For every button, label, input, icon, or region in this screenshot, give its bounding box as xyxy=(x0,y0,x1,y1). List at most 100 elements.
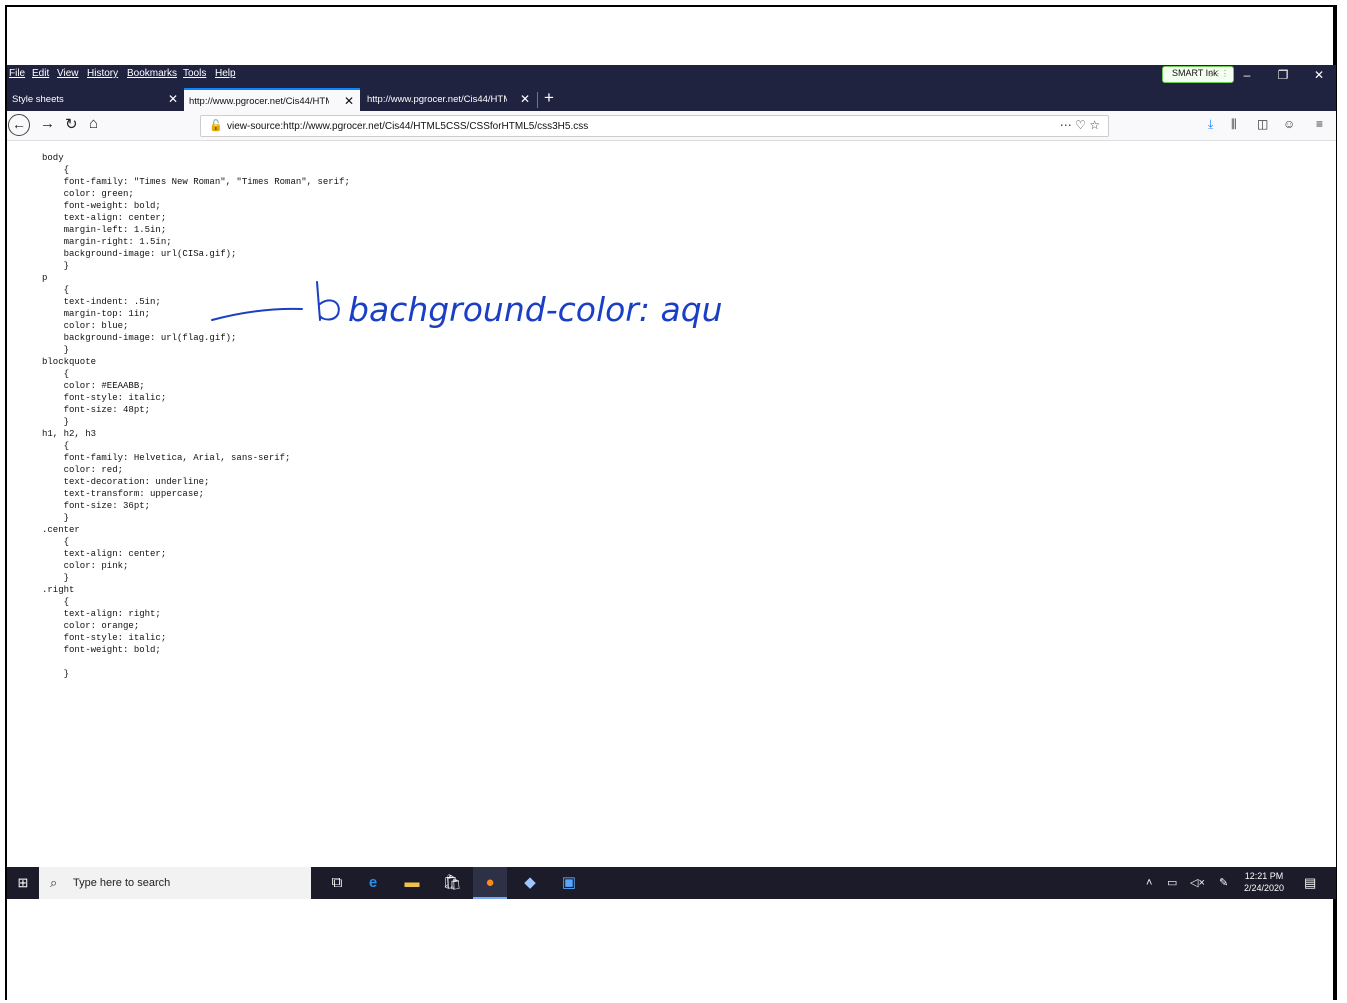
source-line: font-style: italic; xyxy=(42,393,167,403)
source-line: text-align: center; xyxy=(42,549,167,559)
tab-third[interactable]: http://www.pgrocer.net/Cis44/HTM ✕ xyxy=(362,88,536,111)
source-line: } xyxy=(42,345,70,355)
menu-history[interactable]: History xyxy=(87,68,118,79)
tab-label: http://www.pgrocer.net/Cis44/HTM xyxy=(189,96,329,107)
menu-tools[interactable]: Tools xyxy=(183,68,206,79)
minimize-button[interactable]: – xyxy=(1232,65,1262,85)
menu-help[interactable]: Help xyxy=(215,68,236,79)
tab-separator xyxy=(537,92,538,108)
source-line: text-align: center; xyxy=(42,213,167,223)
smart-notebook-icon[interactable]: ▣ xyxy=(552,867,586,899)
store-icon[interactable]: 🛍 xyxy=(435,867,469,899)
menu-view[interactable]: View xyxy=(57,68,79,79)
url-text[interactable]: view-source:http://www.pgrocer.net/Cis44… xyxy=(227,121,588,132)
clock-time: 12:21 PM xyxy=(1244,871,1284,881)
system-clock[interactable]: 12:21 PM 2/24/2020 xyxy=(1244,870,1284,894)
sidebar-icon[interactable]: ◫ xyxy=(1257,117,1268,131)
tab-active[interactable]: http://www.pgrocer.net/Cis44/HTM ✕ xyxy=(184,88,360,111)
volume-muted-icon[interactable]: ◁× xyxy=(1190,867,1205,899)
tray-chevron-icon[interactable]: ˄ xyxy=(1146,867,1152,899)
source-line: color: green; xyxy=(42,189,134,199)
firefox-window: File Edit View History Bookmarks Tools H… xyxy=(7,65,1336,899)
source-line: .center xyxy=(42,525,80,535)
source-line: { xyxy=(42,597,70,607)
source-line: { xyxy=(42,537,70,547)
menu-bar: File Edit View History Bookmarks Tools H… xyxy=(7,65,1336,85)
library-icon[interactable]: ⫼ xyxy=(1231,117,1237,132)
ink-arrow-line xyxy=(211,307,303,321)
restore-button[interactable]: ❐ xyxy=(1268,65,1298,85)
source-line: { xyxy=(42,165,70,175)
menu-bookmarks[interactable]: Bookmarks xyxy=(127,68,177,79)
source-line: background-image: url(CISa.gif); xyxy=(42,249,237,259)
pocket-icon[interactable]: ♡ xyxy=(1075,118,1086,132)
source-line: font-weight: bold; xyxy=(42,201,161,211)
tab-bar: Style sheets ✕ http://www.pgrocer.net/Ci… xyxy=(7,85,1336,111)
tab-style-sheets[interactable]: Style sheets ✕ xyxy=(7,88,184,111)
tab-close-icon[interactable]: ✕ xyxy=(344,94,354,108)
source-line: } xyxy=(42,513,70,523)
source-line: body xyxy=(42,153,64,163)
menu-file[interactable]: File xyxy=(9,68,25,79)
css-source-view: body { font-family: "Times New Roman", "… xyxy=(42,152,350,680)
reload-icon[interactable]: ↻ xyxy=(65,115,78,133)
ink-text: bachground-color: aqua; xyxy=(348,290,722,329)
url-bar[interactable]: 🔓 view-source:http://www.pgrocer.net/Cis… xyxy=(200,115,1109,137)
source-line: margin-right: 1.5in; xyxy=(42,237,172,247)
clock-date: 2/24/2020 xyxy=(1244,883,1285,893)
pen-app-icon[interactable]: ◆ xyxy=(513,867,547,899)
source-line: color: red; xyxy=(42,465,124,475)
tab-close-icon[interactable]: ✕ xyxy=(168,92,178,106)
source-line: { xyxy=(42,441,70,451)
ink-strokes xyxy=(211,281,340,321)
handwritten-annotation: bachground-color: aqua; xyxy=(211,281,722,329)
source-line: font-family: Helvetica, Arial, sans-seri… xyxy=(42,453,291,463)
bookmark-star-icon[interactable]: ☆ xyxy=(1089,118,1100,132)
source-line: { xyxy=(42,369,70,379)
source-line: font-size: 36pt; xyxy=(42,501,151,511)
source-line: font-size: 48pt; xyxy=(42,405,151,415)
source-line: color: pink; xyxy=(42,561,129,571)
grip-icon: ⋮⋮⋮ xyxy=(1207,69,1229,78)
source-line: color: orange; xyxy=(42,621,140,631)
source-line xyxy=(42,656,350,668)
taskbar-search-box[interactable]: ⌕ Type here to search xyxy=(39,867,311,899)
page-content: body { font-family: "Times New Roman", "… xyxy=(7,141,1336,867)
menu-edit[interactable]: Edit xyxy=(32,68,49,79)
file-explorer-icon[interactable]: ▬ xyxy=(395,867,429,899)
task-view-icon[interactable]: ⧉ xyxy=(320,867,354,899)
source-line: font-family: "Times New Roman", "Times R… xyxy=(42,177,350,187)
source-line: } xyxy=(42,573,70,583)
source-line: .right xyxy=(42,585,75,595)
source-line: margin-left: 1.5in; xyxy=(42,225,167,235)
new-tab-icon[interactable]: + xyxy=(544,88,554,108)
source-line: font-style: italic; xyxy=(42,633,167,643)
search-icon: ⌕ xyxy=(50,875,58,890)
back-icon[interactable]: ← xyxy=(8,114,30,136)
hamburger-menu-icon[interactable]: ≡ xyxy=(1316,117,1323,131)
tab-label: http://www.pgrocer.net/Cis44/HTM xyxy=(367,94,507,105)
windows-start-icon[interactable]: ⊞ xyxy=(7,867,39,899)
edge-icon[interactable]: e xyxy=(356,867,390,899)
action-center-icon[interactable]: ▤ xyxy=(1304,867,1316,899)
source-line: } xyxy=(42,261,70,271)
tab-close-icon[interactable]: ✕ xyxy=(520,92,530,106)
firefox-icon[interactable]: ● xyxy=(473,867,507,899)
network-icon[interactable]: ▭ xyxy=(1167,867,1177,899)
insecure-lock-icon: 🔓 xyxy=(209,120,223,132)
source-line: blockquote xyxy=(42,357,97,367)
forward-icon[interactable]: → xyxy=(40,115,55,132)
account-icon[interactable]: ☺ xyxy=(1283,117,1295,131)
home-icon[interactable]: ⌂ xyxy=(89,115,98,132)
tab-label: Style sheets xyxy=(12,94,64,105)
source-line: color: #EEAABB; xyxy=(42,381,145,391)
close-window-button[interactable]: ✕ xyxy=(1304,65,1334,85)
smart-ink-button[interactable]: SMART Ink ⋮⋮⋮ xyxy=(1162,66,1234,83)
download-icon[interactable]: ⤓ xyxy=(1208,117,1213,132)
search-placeholder: Type here to search xyxy=(73,877,171,889)
pen-icon[interactable]: ✎ xyxy=(1219,867,1228,899)
source-line: } xyxy=(42,417,70,427)
page-actions: ⋯ ♡ ☆ xyxy=(1060,118,1100,132)
page-actions-menu-icon[interactable]: ⋯ xyxy=(1060,118,1072,132)
navigation-toolbar: ← → ↻ ⌂ 🔓 view-source:http://www.pgrocer… xyxy=(7,111,1336,141)
